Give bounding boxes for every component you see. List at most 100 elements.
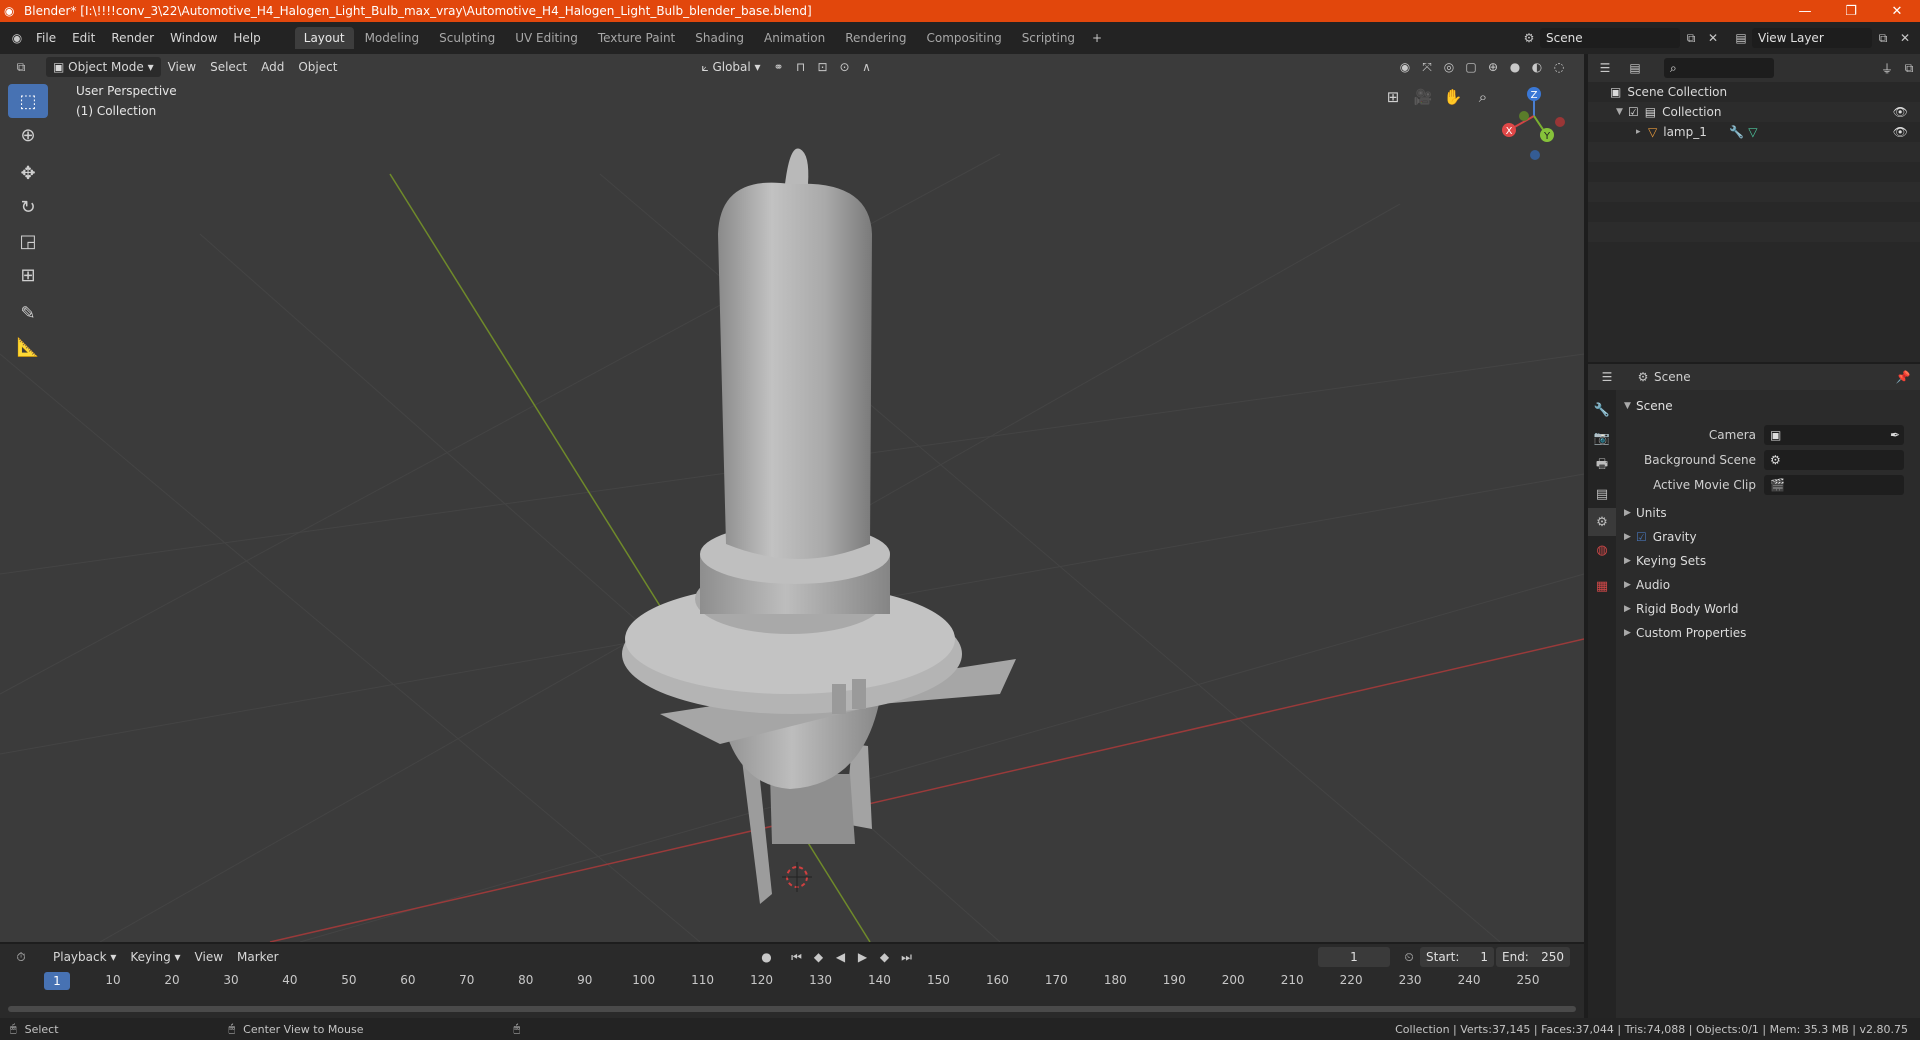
xray-toggle-icon[interactable]: ▢ xyxy=(1460,57,1482,77)
viewport-menu-view[interactable]: View xyxy=(161,57,203,77)
timeline-menu-playback[interactable]: Playback ▾ xyxy=(46,947,123,967)
view-layer-tab-icon[interactable]: ▤ xyxy=(1588,480,1616,508)
eye-icon[interactable]: 👁 xyxy=(1893,125,1908,139)
editor-type-icon[interactable]: ⧉ xyxy=(10,57,32,77)
material-shading-icon[interactable]: ◐ xyxy=(1526,57,1548,77)
menu-edit[interactable]: Edit xyxy=(64,28,103,48)
tab-compositing[interactable]: Compositing xyxy=(917,27,1010,49)
restore-button[interactable]: ❐ xyxy=(1828,0,1874,22)
blender-menu-icon[interactable]: ◉ xyxy=(6,28,28,48)
timeline-ruler[interactable]: 1 10 20 30 40 50 60 70 80 90 100 110 120 130 140 150 160… xyxy=(0,970,1584,992)
timeline-menu-view[interactable]: View xyxy=(188,947,230,967)
custom-properties-panel-header[interactable]: ▶ Custom Properties xyxy=(1618,621,1920,645)
properties-editor-icon[interactable]: ☰ xyxy=(1596,367,1618,387)
jump-start-icon[interactable]: ⏮ xyxy=(786,947,808,967)
grid-view-icon[interactable]: ⊞ xyxy=(1380,84,1406,110)
tab-shading[interactable]: Shading xyxy=(686,27,753,49)
timeline-scrollbar[interactable] xyxy=(8,1006,1576,1012)
close-button[interactable]: ✕ xyxy=(1874,0,1920,22)
transform-tool[interactable]: ⊞ xyxy=(8,258,48,292)
play-icon[interactable]: ▶ xyxy=(852,947,874,967)
wireframe-shading-icon[interactable]: ⊕ xyxy=(1482,57,1504,77)
visibility-filter-icon[interactable]: ◉ xyxy=(1394,57,1416,77)
cursor-tool[interactable]: ⊕ xyxy=(8,118,48,152)
eyedropper-icon[interactable]: ✒ xyxy=(1890,428,1900,442)
scene-tab-icon[interactable]: ⚙ xyxy=(1588,508,1616,536)
preview-range-icon[interactable]: ⏲ xyxy=(1398,947,1420,967)
menu-render[interactable]: Render xyxy=(103,28,162,48)
new-view-layer-icon[interactable]: ⧉ xyxy=(1872,28,1894,48)
outliner-editor-icon[interactable]: ☰ xyxy=(1594,58,1616,78)
menu-file[interactable]: File xyxy=(28,28,64,48)
view-layer-field[interactable]: View Layer xyxy=(1752,28,1872,48)
filter-icon[interactable]: ⏚ xyxy=(1876,58,1898,78)
tool-tab-icon[interactable]: 🔧 xyxy=(1588,396,1616,424)
tab-sculpting[interactable]: Sculpting xyxy=(430,27,504,49)
delete-scene-icon[interactable]: ✕ xyxy=(1702,28,1724,48)
measure-tool[interactable]: 📐 xyxy=(8,330,48,364)
pivot-point-icon[interactable]: ⚭ xyxy=(768,57,790,77)
expand-triangle-icon[interactable]: ▸ xyxy=(1636,127,1648,137)
outliner-search-input[interactable]: ⌕ xyxy=(1664,58,1774,78)
end-frame-field[interactable]: End: 250 xyxy=(1496,947,1570,967)
view-layer-icon[interactable]: ▤ xyxy=(1730,28,1752,48)
pin-icon[interactable]: 📌 xyxy=(1892,367,1914,387)
audio-panel-header[interactable]: ▶ Audio xyxy=(1618,573,1920,597)
solid-shading-icon[interactable]: ● xyxy=(1504,57,1526,77)
scene-panel-header[interactable]: ▼ Scene xyxy=(1618,394,1920,418)
snap-icon[interactable]: ⊓ xyxy=(790,57,812,77)
rendered-shading-icon[interactable]: ◌ xyxy=(1548,57,1570,77)
minimize-button[interactable]: — xyxy=(1782,0,1828,22)
3d-cursor[interactable] xyxy=(782,862,812,892)
overlays-toggle-icon[interactable]: ◎ xyxy=(1438,57,1460,77)
select-box-tool[interactable]: ⬚ xyxy=(8,84,48,118)
current-frame-field[interactable]: 1 xyxy=(1318,947,1390,967)
include-checkbox-icon[interactable]: ☑ xyxy=(1628,105,1639,119)
zoom-icon[interactable]: ⌕ xyxy=(1470,84,1496,110)
pan-hand-icon[interactable]: ✋ xyxy=(1440,84,1466,110)
menu-help[interactable]: Help xyxy=(225,28,268,48)
scene-field[interactable]: Scene xyxy=(1540,28,1680,48)
new-collection-icon[interactable]: ⧉ xyxy=(1898,58,1920,78)
rigid-body-world-panel-header[interactable]: ▶ Rigid Body World xyxy=(1618,597,1920,621)
render-tab-icon[interactable]: 📷 xyxy=(1588,424,1616,452)
viewport-menu-select[interactable]: Select xyxy=(203,57,254,77)
outliner-row-lamp[interactable]: ▸ ▽ lamp_1 🔧 ▽ 👁 xyxy=(1588,122,1920,142)
tab-modeling[interactable]: Modeling xyxy=(356,27,429,49)
prev-keyframe-icon[interactable]: ◆ xyxy=(808,947,830,967)
output-tab-icon[interactable]: 🖶 xyxy=(1588,452,1616,480)
object-mode-dropdown[interactable]: ▣ Object Mode ▾ xyxy=(46,57,161,77)
frame-cursor[interactable]: 1 xyxy=(44,972,70,990)
gizmo-toggle-icon[interactable]: ⤧ xyxy=(1416,57,1438,77)
3d-viewport[interactable]: Z X Y ⧉ ▣ Object Mode ▾ View Select Add … xyxy=(0,54,1584,942)
next-keyframe-icon[interactable]: ◆ xyxy=(874,947,896,967)
record-icon[interactable]: ● xyxy=(756,947,778,967)
falloff-icon[interactable]: ∧ xyxy=(856,57,878,77)
camera-view-icon[interactable]: 🎥 xyxy=(1410,84,1436,110)
outliner-row-collection[interactable]: ▼ ☑ ▤ Collection 👁 xyxy=(1588,102,1920,122)
display-mode-icon[interactable]: ▤ xyxy=(1624,58,1646,78)
tab-uv-editing[interactable]: UV Editing xyxy=(506,27,587,49)
tab-rendering[interactable]: Rendering xyxy=(836,27,915,49)
jump-end-icon[interactable]: ⏭ xyxy=(896,947,918,967)
rotate-tool[interactable]: ↻ xyxy=(8,190,48,224)
halogen-bulb-model[interactable] xyxy=(622,148,1016,904)
move-tool[interactable]: ✥ xyxy=(8,156,48,190)
outliner-row-scene-collection[interactable]: ▣ Scene Collection xyxy=(1588,82,1920,102)
delete-view-layer-icon[interactable]: ✕ xyxy=(1894,28,1916,48)
add-workspace-icon[interactable]: + xyxy=(1086,28,1108,48)
timeline-editor-icon[interactable]: ⏱ xyxy=(10,947,32,967)
world-tab-icon[interactable]: ◍ xyxy=(1588,536,1616,564)
scene-selector-icon[interactable]: ⚙ xyxy=(1518,28,1540,48)
transform-orientation-dropdown[interactable]: ⟀ Global ▾ xyxy=(694,57,767,77)
active-movie-clip-field[interactable]: 🎬 xyxy=(1764,474,1904,495)
viewport-menu-object[interactable]: Object xyxy=(291,57,344,77)
gravity-checkbox-icon[interactable]: ☑ xyxy=(1636,530,1647,544)
background-scene-field[interactable]: ⚙ xyxy=(1764,449,1904,470)
tab-animation[interactable]: Animation xyxy=(755,27,834,49)
keying-sets-panel-header[interactable]: ▶ Keying Sets xyxy=(1618,549,1920,573)
timeline-menu-keying[interactable]: Keying ▾ xyxy=(123,947,187,967)
play-reverse-icon[interactable]: ◀ xyxy=(830,947,852,967)
gravity-panel-header[interactable]: ▶ ☑ Gravity xyxy=(1618,525,1920,549)
camera-field[interactable]: ▣ ✒ xyxy=(1764,424,1904,445)
